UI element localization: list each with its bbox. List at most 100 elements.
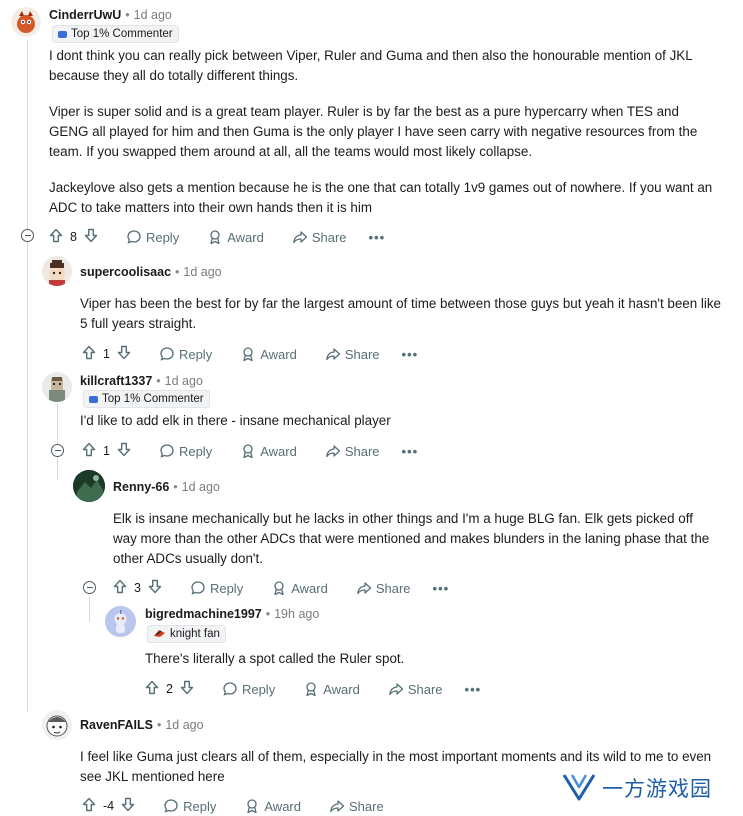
timestamp[interactable]: 19h ago — [274, 607, 319, 621]
upvote-icon[interactable] — [82, 345, 96, 363]
reply-label: Reply — [241, 681, 276, 697]
timestamp[interactable]: 1d ago — [165, 718, 203, 732]
vote-count: 2 — [166, 682, 173, 696]
vote-count: -4 — [103, 799, 115, 813]
upvote-icon[interactable] — [82, 797, 96, 815]
award-icon — [243, 444, 253, 459]
award-button[interactable]: Award — [240, 443, 297, 459]
comment-paragraph: Jackeylove also gets a mention because h… — [49, 180, 713, 215]
award-button[interactable]: Award — [207, 229, 264, 245]
avatar[interactable] — [73, 470, 105, 502]
reply-button[interactable]: Reply — [163, 798, 216, 814]
collapse-thread-button[interactable] — [51, 444, 64, 457]
share-button[interactable]: Share — [329, 798, 384, 814]
comment-actions: 1 Reply Award Share ••• — [82, 441, 418, 461]
separator-dot: • — [125, 8, 130, 22]
badge-icon — [58, 30, 67, 38]
timestamp[interactable]: 1d ago — [182, 480, 220, 494]
downvote-icon[interactable] — [117, 442, 131, 460]
thread-line-main — [27, 40, 28, 712]
downvote-icon[interactable] — [148, 579, 162, 597]
reply-button[interactable]: Reply — [159, 346, 212, 362]
timestamp[interactable]: 1d ago — [165, 374, 203, 388]
award-button[interactable]: Award — [271, 580, 328, 596]
username[interactable]: RavenFAILS — [80, 718, 153, 732]
comment-actions: 1 Reply Award Share ••• — [82, 344, 418, 364]
comment-actions: 3 Reply Award Share ••• — [113, 578, 449, 598]
vote-control: 1 — [82, 442, 131, 460]
vote-control: 8 — [49, 228, 98, 246]
share-button[interactable]: Share — [292, 229, 347, 245]
share-button[interactable]: Share — [325, 443, 380, 459]
reply-label: Reply — [178, 346, 213, 362]
badge-label: Top 1% Commenter — [102, 393, 204, 405]
avatar[interactable] — [42, 256, 72, 286]
downvote-icon[interactable] — [117, 345, 131, 363]
more-options-icon[interactable]: ••• — [433, 581, 450, 596]
share-icon — [330, 800, 345, 813]
award-label: Award — [264, 798, 301, 814]
comment-text: I'd like to add elk in there - insane me… — [80, 413, 391, 428]
timestamp[interactable]: 1d ago — [183, 265, 221, 279]
comment-actions: 8 Reply Award Share ••• — [49, 227, 385, 247]
badge-icon — [89, 395, 98, 403]
reply-label: Reply — [209, 580, 244, 596]
share-icon — [356, 582, 371, 595]
more-options-icon[interactable]: ••• — [402, 347, 419, 362]
comment-header: bigredmachine1997 • 19h ago — [145, 607, 319, 621]
share-button[interactable]: Share — [356, 580, 411, 596]
comment-header: killcraft1337 • 1d ago — [80, 374, 203, 388]
username[interactable]: Renny-66 — [113, 480, 169, 494]
award-button[interactable]: Award — [240, 346, 297, 362]
avatar[interactable] — [105, 606, 136, 637]
thread-line-level3 — [57, 458, 58, 480]
vote-control: 1 — [82, 345, 131, 363]
award-button[interactable]: Award — [244, 798, 301, 814]
username[interactable]: supercoolisaac — [80, 265, 171, 279]
reply-icon — [223, 682, 237, 696]
downvote-icon[interactable] — [180, 680, 194, 698]
downvote-icon[interactable] — [121, 797, 135, 815]
upvote-icon[interactable] — [113, 579, 127, 597]
avatar[interactable] — [42, 372, 72, 402]
reply-button[interactable]: Reply — [190, 580, 243, 596]
reply-button[interactable]: Reply — [222, 681, 275, 697]
reply-button[interactable]: Reply — [126, 229, 179, 245]
upvote-icon[interactable] — [145, 680, 159, 698]
collapse-thread-button[interactable] — [21, 229, 34, 242]
upvote-icon[interactable] — [82, 442, 96, 460]
vote-count: 1 — [103, 444, 110, 458]
vote-control: 2 — [145, 680, 194, 698]
comment-header: Renny-66 • 1d ago — [113, 480, 220, 494]
comment-paragraph: Viper is super solid and is a great team… — [49, 104, 698, 159]
comment-paragraph: I dont think you can really pick between… — [49, 48, 693, 83]
award-button[interactable]: Award — [303, 681, 360, 697]
avatar[interactable] — [11, 7, 41, 37]
separator-dot: • — [175, 265, 180, 279]
upvote-icon[interactable] — [49, 228, 63, 246]
downvote-icon[interactable] — [84, 228, 98, 246]
more-options-icon[interactable]: ••• — [369, 230, 386, 245]
username[interactable]: killcraft1337 — [80, 374, 152, 388]
timestamp[interactable]: 1d ago — [134, 8, 172, 22]
username[interactable]: CinderrUwU — [49, 8, 121, 22]
share-label: Share — [407, 681, 443, 697]
separator-dot: • — [156, 374, 161, 388]
username[interactable]: bigredmachine1997 — [145, 607, 262, 621]
award-icon — [247, 799, 258, 814]
comment-header: RavenFAILS • 1d ago — [80, 718, 204, 732]
share-button[interactable]: Share — [388, 681, 443, 697]
share-icon — [292, 231, 307, 244]
more-options-icon[interactable]: ••• — [465, 682, 482, 697]
avatar[interactable] — [42, 710, 72, 740]
status-badge: Top 1% Commenter — [52, 25, 179, 43]
reply-button[interactable]: Reply — [159, 443, 212, 459]
share-button[interactable]: Share — [325, 346, 380, 362]
reply-icon — [127, 230, 141, 244]
collapse-thread-button[interactable] — [83, 581, 96, 594]
share-icon — [325, 445, 340, 458]
award-label: Award — [260, 443, 297, 459]
share-label: Share — [344, 346, 380, 362]
more-options-icon[interactable]: ••• — [402, 444, 419, 459]
vote-count: 1 — [103, 347, 110, 361]
